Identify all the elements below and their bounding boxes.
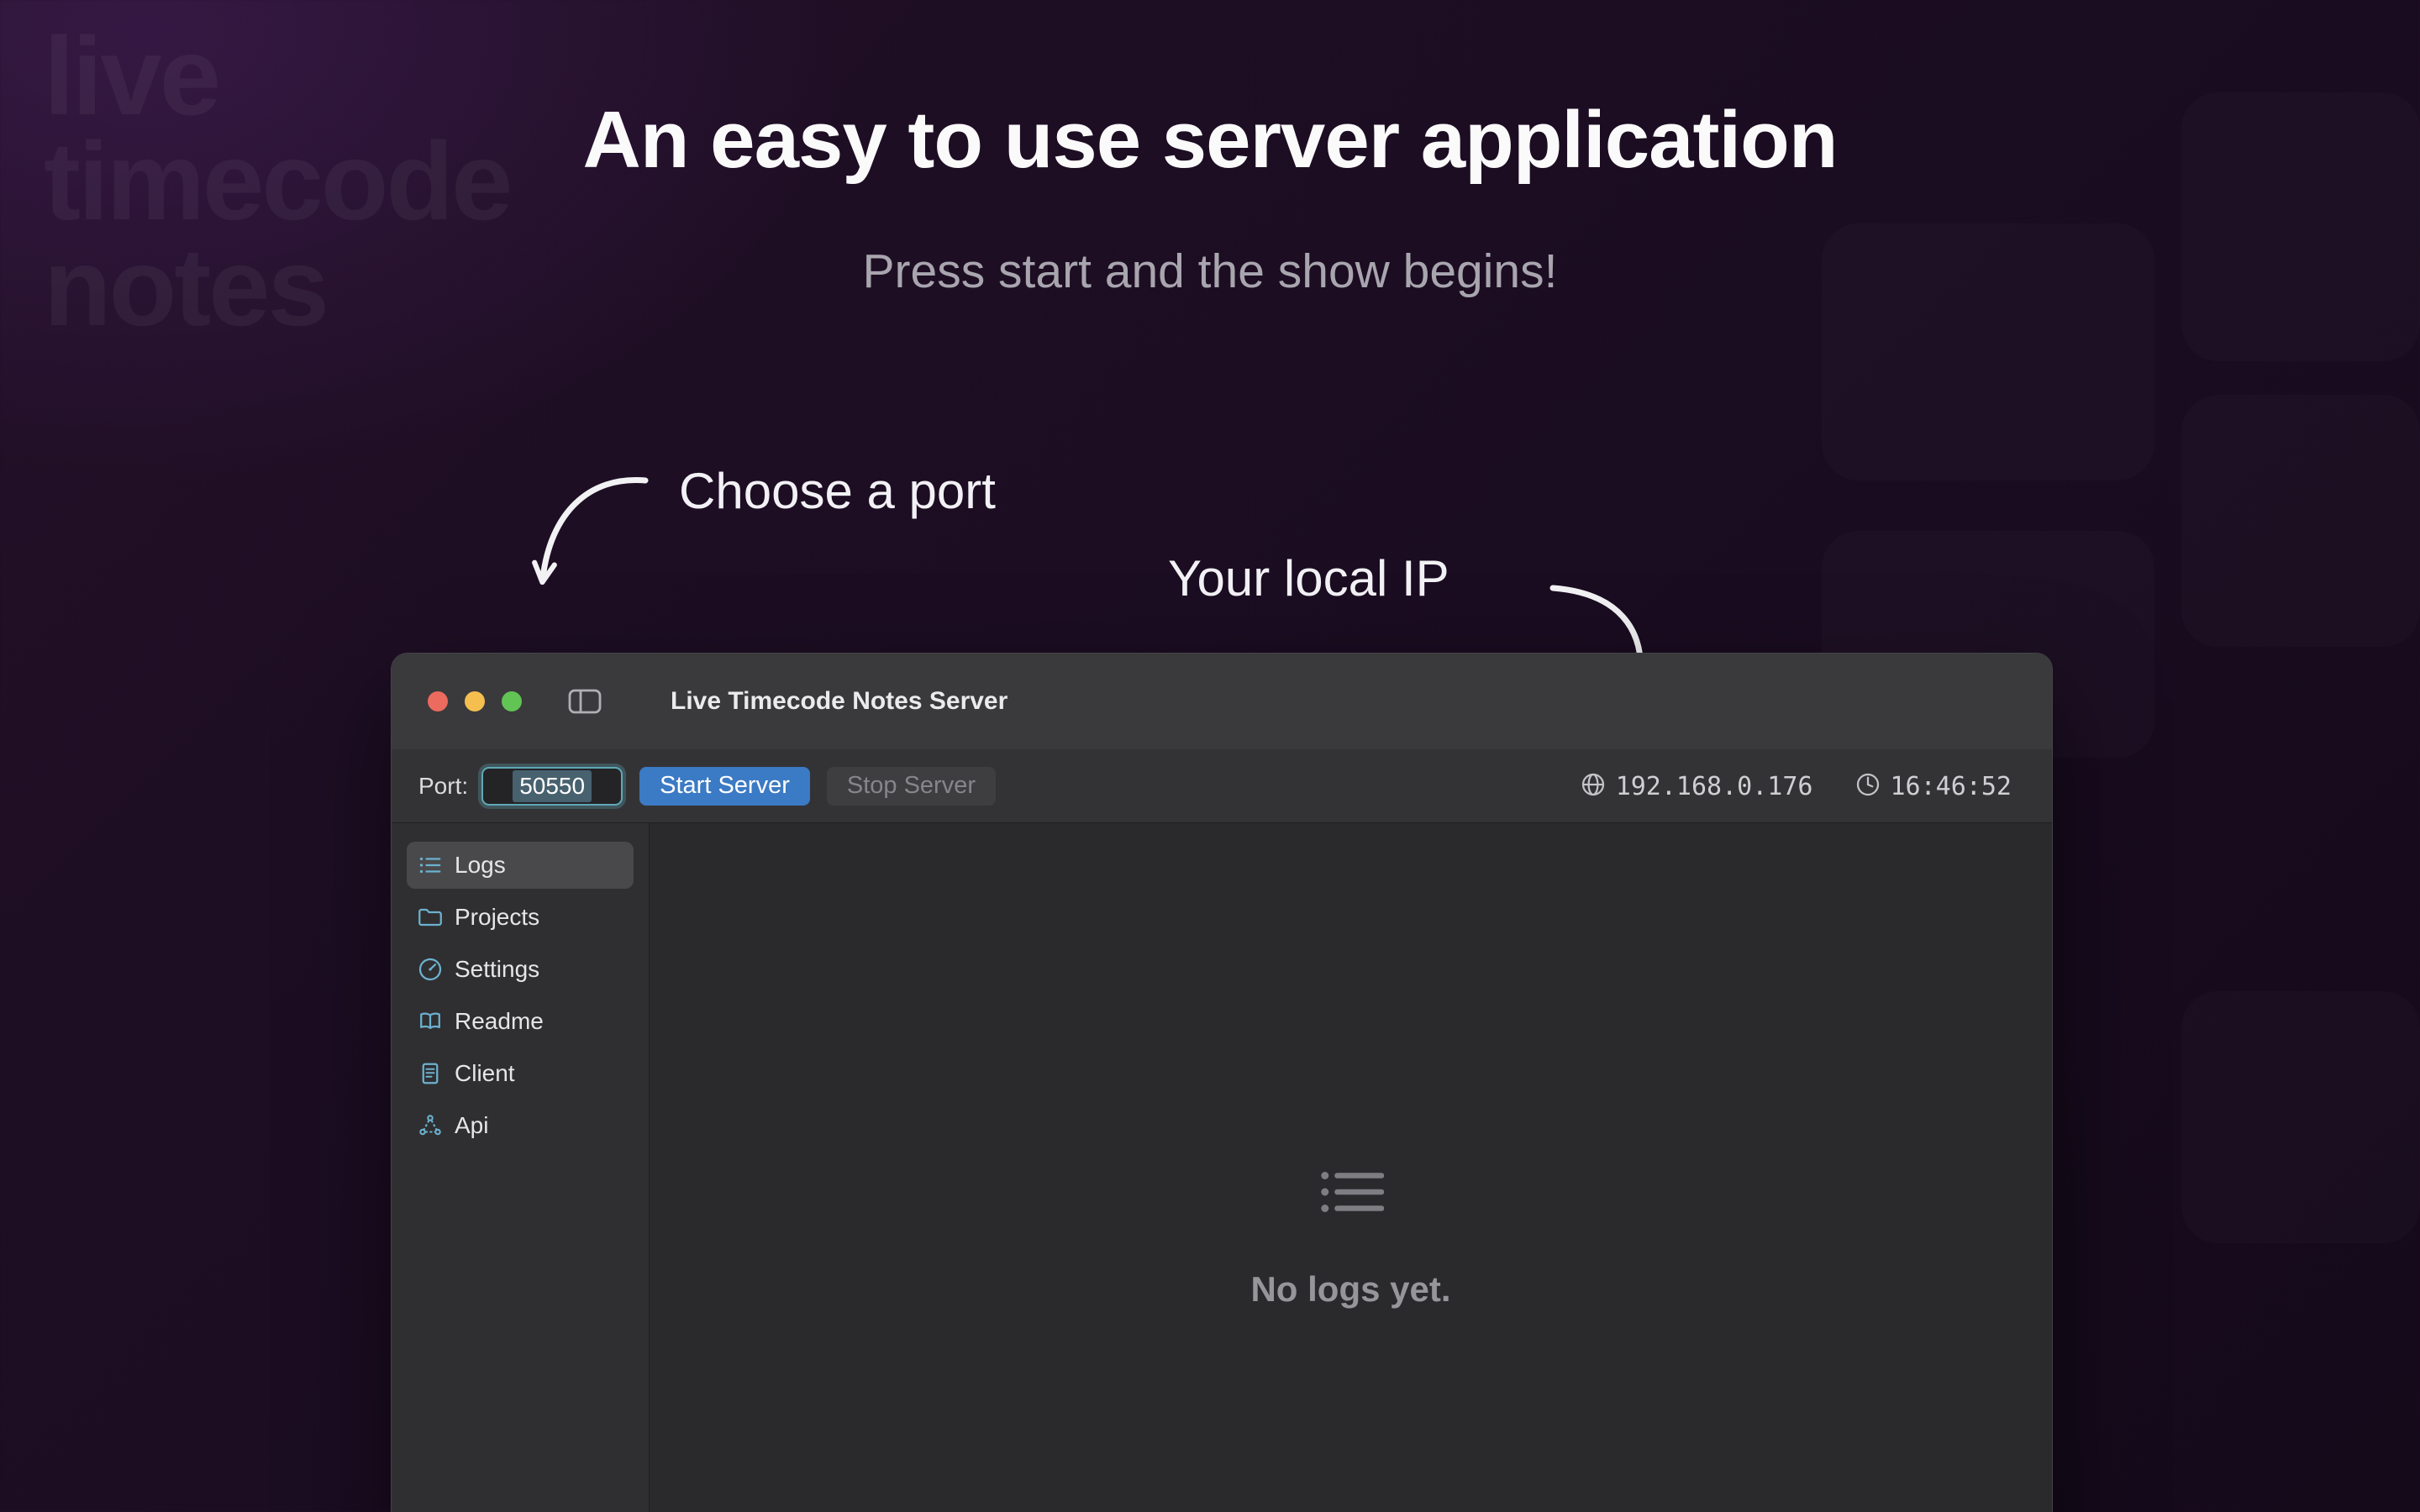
titlebar: Live Timecode Notes Server bbox=[392, 654, 2052, 749]
sidebar-item-label: Settings bbox=[455, 956, 539, 983]
list-icon bbox=[418, 853, 443, 878]
stop-server-button[interactable]: Stop Server bbox=[827, 767, 996, 806]
sidebar-item-settings[interactable]: Settings bbox=[407, 946, 634, 993]
zoom-button[interactable] bbox=[502, 691, 522, 711]
arrow-choose-port bbox=[543, 480, 645, 578]
background-tile bbox=[2181, 991, 2420, 1243]
sidebar-item-readme[interactable]: Readme bbox=[407, 998, 634, 1045]
folder-icon bbox=[418, 905, 443, 930]
hero-subtitle: Press start and the show begins! bbox=[0, 244, 2420, 299]
sidebar-item-label: Client bbox=[455, 1060, 515, 1087]
annotation-local-ip: Your local IP bbox=[1168, 549, 1449, 607]
local-ip-value: 192.168.0.176 bbox=[1616, 772, 1813, 801]
start-server-button[interactable]: Start Server bbox=[639, 767, 810, 806]
book-icon bbox=[418, 1009, 443, 1034]
sidebar-toggle-icon[interactable] bbox=[568, 688, 602, 719]
logs-empty-icon bbox=[1318, 1166, 1383, 1218]
traffic-lights bbox=[428, 691, 522, 711]
window-title: Live Timecode Notes Server bbox=[671, 654, 1007, 749]
sidebar-item-api[interactable]: Api bbox=[407, 1102, 634, 1149]
globe-icon bbox=[1581, 772, 1606, 801]
clock-value: 16:46:52 bbox=[1891, 772, 2012, 801]
client-icon bbox=[418, 1061, 443, 1086]
sidebar-item-label: Logs bbox=[455, 852, 506, 879]
port-value: 50550 bbox=[513, 770, 592, 802]
empty-state-text: No logs yet. bbox=[1250, 1269, 1450, 1310]
sidebar-item-logs[interactable]: Logs bbox=[407, 842, 634, 889]
annotation-choose-port: Choose a port bbox=[679, 462, 996, 520]
close-button[interactable] bbox=[428, 691, 448, 711]
sidebar: Logs Projects Settings bbox=[392, 823, 650, 1512]
clock-icon bbox=[1855, 772, 1881, 801]
app-window: Live Timecode Notes Server Port: 50550 S… bbox=[391, 653, 2053, 1512]
api-icon bbox=[418, 1113, 443, 1138]
gauge-icon bbox=[418, 957, 443, 982]
sidebar-item-label: Readme bbox=[455, 1008, 544, 1035]
minimize-button[interactable] bbox=[465, 691, 485, 711]
port-input[interactable]: 50550 bbox=[481, 767, 623, 806]
logs-content: No logs yet. bbox=[650, 823, 2052, 1512]
toolbar-status: 192.168.0.176 16:46:52 bbox=[1581, 749, 2012, 823]
background-tile bbox=[2181, 395, 2420, 647]
logs-empty-state: No logs yet. bbox=[1250, 1166, 1450, 1310]
sidebar-item-projects[interactable]: Projects bbox=[407, 894, 634, 941]
window-body: Logs Projects Settings bbox=[392, 823, 2052, 1512]
toolbar: Port: 50550 Start Server Stop Server 192… bbox=[392, 749, 2052, 823]
sidebar-item-client[interactable]: Client bbox=[407, 1050, 634, 1097]
sidebar-item-label: Projects bbox=[455, 904, 539, 931]
hero-title: An easy to use server application bbox=[0, 94, 2420, 186]
port-label: Port: bbox=[418, 773, 468, 800]
sidebar-item-label: Api bbox=[455, 1112, 488, 1139]
